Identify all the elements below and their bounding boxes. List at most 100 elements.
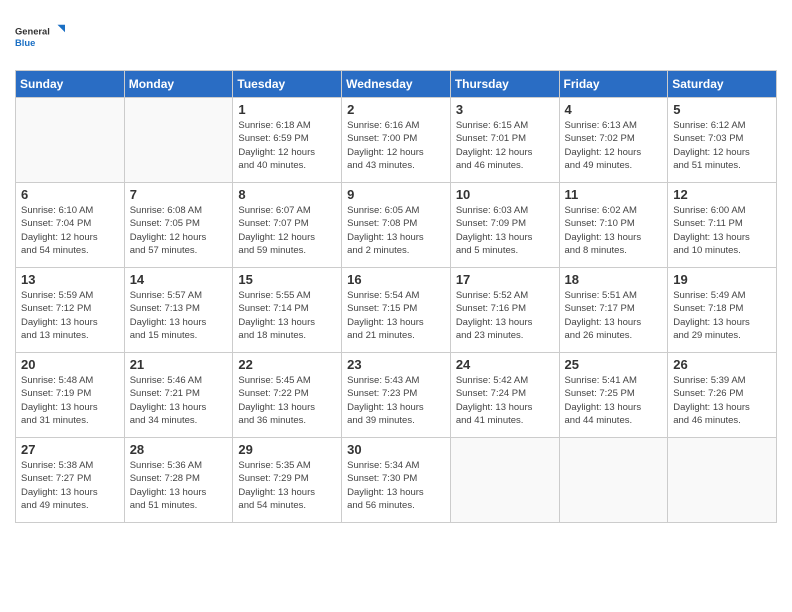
weekday-wednesday: Wednesday: [342, 71, 451, 98]
weekday-sunday: Sunday: [16, 71, 125, 98]
day-number: 15: [238, 272, 336, 287]
calendar-cell: [124, 98, 233, 183]
day-number: 16: [347, 272, 445, 287]
day-info: Sunrise: 6:13 AM Sunset: 7:02 PM Dayligh…: [565, 119, 663, 172]
calendar-cell: 5 Sunrise: 6:12 AM Sunset: 7:03 PM Daylig…: [668, 98, 777, 183]
day-number: 2: [347, 102, 445, 117]
day-number: 11: [565, 187, 663, 202]
day-info: Sunrise: 6:00 AM Sunset: 7:11 PM Dayligh…: [673, 204, 771, 257]
day-number: 4: [565, 102, 663, 117]
calendar-cell: 12 Sunrise: 6:00 AM Sunset: 7:11 PM Dayli…: [668, 183, 777, 268]
day-number: 9: [347, 187, 445, 202]
day-info: Sunrise: 6:10 AM Sunset: 7:04 PM Dayligh…: [21, 204, 119, 257]
weekday-monday: Monday: [124, 71, 233, 98]
day-number: 21: [130, 357, 228, 372]
day-info: Sunrise: 5:51 AM Sunset: 7:17 PM Dayligh…: [565, 289, 663, 342]
day-number: 25: [565, 357, 663, 372]
day-info: Sunrise: 6:02 AM Sunset: 7:10 PM Dayligh…: [565, 204, 663, 257]
calendar-cell: 29 Sunrise: 5:35 AM Sunset: 7:29 PM Dayli…: [233, 438, 342, 523]
day-info: Sunrise: 5:52 AM Sunset: 7:16 PM Dayligh…: [456, 289, 554, 342]
calendar-cell: 23Sunrise: 5:43 AM Sunset: 7:23 PM Dayli…: [342, 353, 451, 438]
day-info: Sunrise: 5:49 AM Sunset: 7:18 PM Dayligh…: [673, 289, 771, 342]
calendar-cell: 1 Sunrise: 6:18 AM Sunset: 6:59 PM Daylig…: [233, 98, 342, 183]
day-info: Sunrise: 6:18 AM Sunset: 6:59 PM Dayligh…: [238, 119, 336, 172]
day-info: Sunrise: 6:12 AM Sunset: 7:03 PM Dayligh…: [673, 119, 771, 172]
day-number: 19: [673, 272, 771, 287]
calendar-cell: 26 Sunrise: 5:39 AM Sunset: 7:26 PM Dayli…: [668, 353, 777, 438]
svg-text:Blue: Blue: [15, 38, 35, 48]
weekday-saturday: Saturday: [668, 71, 777, 98]
day-number: 7: [130, 187, 228, 202]
logo: General Blue: [15, 15, 65, 60]
day-info: Sunrise: 5:54 AM Sunset: 7:15 PM Dayligh…: [347, 289, 445, 342]
calendar-cell: 6 Sunrise: 6:10 AM Sunset: 7:04 PM Daylig…: [16, 183, 125, 268]
calendar-cell: 8 Sunrise: 6:07 AM Sunset: 7:07 PM Daylig…: [233, 183, 342, 268]
weekday-friday: Friday: [559, 71, 668, 98]
calendar-cell: 16 Sunrise: 5:54 AM Sunset: 7:15 PM Dayli…: [342, 268, 451, 353]
day-info: Sunrise: 6:07 AM Sunset: 7:07 PM Dayligh…: [238, 204, 336, 257]
day-number: 13: [21, 272, 119, 287]
day-number: 30: [347, 442, 445, 457]
day-info: Sunrise: 6:15 AM Sunset: 7:01 PM Dayligh…: [456, 119, 554, 172]
day-number: 22: [238, 357, 336, 372]
calendar-cell: 25 Sunrise: 5:41 AM Sunset: 7:25 PM Dayli…: [559, 353, 668, 438]
day-info: Sunrise: 5:43 AM Sunset: 7:23 PM Dayligh…: [347, 374, 445, 427]
day-number: 5: [673, 102, 771, 117]
calendar-cell: 9 Sunrise: 6:05 AM Sunset: 7:08 PM Daylig…: [342, 183, 451, 268]
day-number: 10: [456, 187, 554, 202]
day-info: Sunrise: 6:05 AM Sunset: 7:08 PM Dayligh…: [347, 204, 445, 257]
calendar-cell: 4 Sunrise: 6:13 AM Sunset: 7:02 PM Daylig…: [559, 98, 668, 183]
header: General Blue: [15, 15, 777, 60]
calendar-cell: 27 Sunrise: 5:38 AM Sunset: 7:27 PM Dayli…: [16, 438, 125, 523]
day-info: Sunrise: 5:59 AM Sunset: 7:12 PM Dayligh…: [21, 289, 119, 342]
day-number: 28: [130, 442, 228, 457]
svg-text:General: General: [15, 27, 50, 37]
calendar-cell: 28 Sunrise: 5:36 AM Sunset: 7:28 PM Dayli…: [124, 438, 233, 523]
day-info: Sunrise: 6:03 AM Sunset: 7:09 PM Dayligh…: [456, 204, 554, 257]
calendar-cell: 15 Sunrise: 5:55 AM Sunset: 7:14 PM Dayli…: [233, 268, 342, 353]
day-info: Sunrise: 5:36 AM Sunset: 7:28 PM Dayligh…: [130, 459, 228, 512]
calendar-cell: 22 Sunrise: 5:45 AM Sunset: 7:22 PM Dayli…: [233, 353, 342, 438]
day-number: 17: [456, 272, 554, 287]
day-number: 29: [238, 442, 336, 457]
weekday-thursday: Thursday: [450, 71, 559, 98]
calendar-cell: 19 Sunrise: 5:49 AM Sunset: 7:18 PM Dayli…: [668, 268, 777, 353]
calendar-cell: 2Sunrise: 6:16 AM Sunset: 7:00 PM Daylig…: [342, 98, 451, 183]
day-number: 18: [565, 272, 663, 287]
calendar-cell: [559, 438, 668, 523]
day-info: Sunrise: 5:42 AM Sunset: 7:24 PM Dayligh…: [456, 374, 554, 427]
calendar-cell: 3 Sunrise: 6:15 AM Sunset: 7:01 PM Daylig…: [450, 98, 559, 183]
day-number: 12: [673, 187, 771, 202]
day-info: Sunrise: 5:48 AM Sunset: 7:19 PM Dayligh…: [21, 374, 119, 427]
day-info: Sunrise: 5:45 AM Sunset: 7:22 PM Dayligh…: [238, 374, 336, 427]
calendar-table: SundayMondayTuesdayWednesdayThursdayFrid…: [15, 70, 777, 523]
day-number: 3: [456, 102, 554, 117]
day-number: 26: [673, 357, 771, 372]
day-info: Sunrise: 5:57 AM Sunset: 7:13 PM Dayligh…: [130, 289, 228, 342]
calendar-cell: [16, 98, 125, 183]
calendar-cell: 14 Sunrise: 5:57 AM Sunset: 7:13 PM Dayli…: [124, 268, 233, 353]
day-number: 6: [21, 187, 119, 202]
day-info: Sunrise: 5:39 AM Sunset: 7:26 PM Dayligh…: [673, 374, 771, 427]
calendar-cell: 17 Sunrise: 5:52 AM Sunset: 7:16 PM Dayli…: [450, 268, 559, 353]
calendar-cell: 21Sunrise: 5:46 AM Sunset: 7:21 PM Dayli…: [124, 353, 233, 438]
day-info: Sunrise: 5:55 AM Sunset: 7:14 PM Dayligh…: [238, 289, 336, 342]
calendar-cell: [450, 438, 559, 523]
calendar-cell: 13 Sunrise: 5:59 AM Sunset: 7:12 PM Dayli…: [16, 268, 125, 353]
day-number: 27: [21, 442, 119, 457]
day-info: Sunrise: 6:08 AM Sunset: 7:05 PM Dayligh…: [130, 204, 228, 257]
day-number: 20: [21, 357, 119, 372]
calendar-cell: 10 Sunrise: 6:03 AM Sunset: 7:09 PM Dayli…: [450, 183, 559, 268]
day-info: Sunrise: 5:38 AM Sunset: 7:27 PM Dayligh…: [21, 459, 119, 512]
day-number: 8: [238, 187, 336, 202]
day-number: 14: [130, 272, 228, 287]
weekday-tuesday: Tuesday: [233, 71, 342, 98]
day-number: 24: [456, 357, 554, 372]
calendar-cell: 11 Sunrise: 6:02 AM Sunset: 7:10 PM Dayli…: [559, 183, 668, 268]
calendar-cell: 18 Sunrise: 5:51 AM Sunset: 7:17 PM Dayli…: [559, 268, 668, 353]
day-number: 1: [238, 102, 336, 117]
calendar-cell: 30Sunrise: 5:34 AM Sunset: 7:30 PM Dayli…: [342, 438, 451, 523]
calendar-cell: 20 Sunrise: 5:48 AM Sunset: 7:19 PM Dayli…: [16, 353, 125, 438]
day-info: Sunrise: 5:41 AM Sunset: 7:25 PM Dayligh…: [565, 374, 663, 427]
day-info: Sunrise: 5:35 AM Sunset: 7:29 PM Dayligh…: [238, 459, 336, 512]
